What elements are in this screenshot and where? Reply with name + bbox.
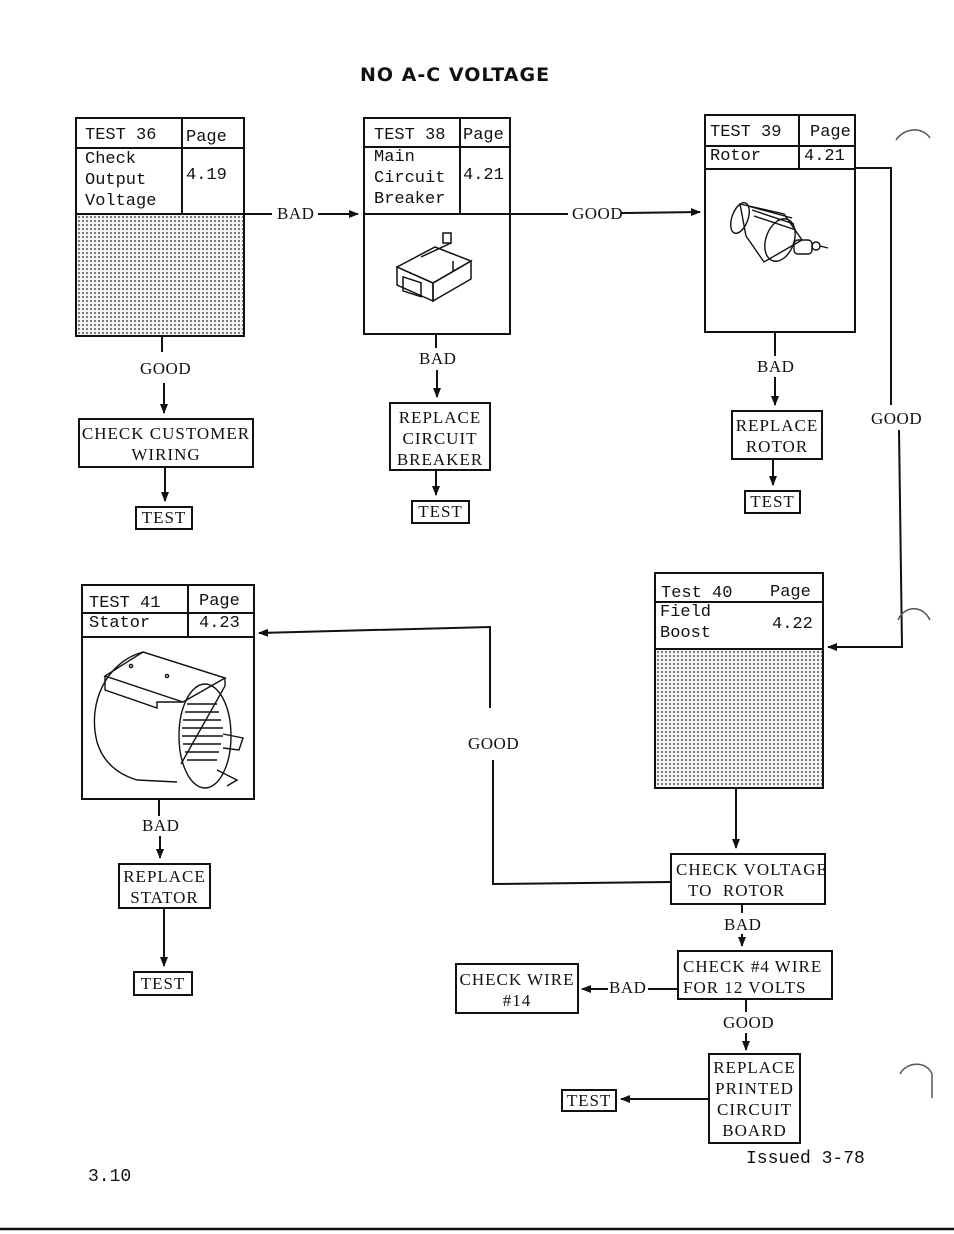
test-38-name-line: Circuit [374,169,446,188]
action-line: STATOR [130,888,199,907]
action-line: PRINTED [715,1079,794,1098]
test-36-shaded-area [77,215,243,335]
check-wire-14-box: CHECK WIRE #14 [455,963,579,1014]
action-line: REPLACE [123,867,206,886]
edge-t38-good-arrow [621,208,701,217]
test-39-card: TEST 39 Page Rotor 4.21 [704,114,856,333]
test-36-name-line: Voltage [85,192,157,211]
edge-label-good: GOOD [572,204,624,223]
action-line: #14 [502,991,532,1010]
test-39-page-ref: 4.21 [804,147,845,166]
test-41-page-label: Page [199,592,240,611]
test-40-shaded-area [656,650,822,787]
test-38-name-line: Breaker [374,190,446,209]
action-line: REPLACE [713,1058,796,1077]
circuit-breaker-illustration [395,232,473,303]
test-41-card: TEST 41 Page Stator 4.23 [81,584,255,800]
action-line: CHECK WIRE [459,970,575,989]
test-36-page-label: Page [186,128,227,147]
action-line: REPLACE [398,408,482,427]
test-38-page-label: Page [463,126,504,145]
replace-printed-circuit-board-box: REPLACE PRINTED CIRCUIT BOARD [708,1053,801,1144]
test-box: TEST [133,971,193,996]
test-39-number: TEST 39 [710,123,782,142]
test-38-name: Main Circuit Breaker [374,147,445,210]
test-36-name-line: Check [85,150,137,169]
edge-t39-good-arrow [827,429,904,651]
test-36-name-line: Output [85,171,147,190]
edge-label-good: GOOD [871,409,923,428]
issued-date: Issued 3-78 [746,1149,865,1169]
edge-label-good: GOOD [140,359,192,378]
test-40-page-ref: 4.22 [772,615,813,634]
action-line: CHECK #4 WIRE [683,957,823,976]
action-line: BOARD [722,1121,787,1140]
test-36-card: TEST 36 Page Check Output Voltage 4.19 [75,117,245,337]
rotor-illustration [730,202,829,263]
check-4-wire-box: CHECK #4 WIRE FOR 12 VOLTS [677,950,833,1000]
action-line: TO ROTOR [688,881,786,900]
test-40-page-label: Page [770,583,811,602]
edge-t39-good-line [856,167,892,405]
edge-check-voltage-good-line [492,760,671,886]
edge-label-bad: BAD [142,816,180,835]
test-41-page-ref: 4.23 [199,614,240,633]
action-line: BREAKER [396,450,484,469]
test-40-name-line: Field [660,603,712,622]
edge-label-bad: BAD [757,357,795,376]
test-40-card: Test 40 Page Field Boost 4.22 [654,572,824,789]
test-40-name-line: Boost [660,624,712,643]
edge-label-good: GOOD [468,734,520,753]
replace-rotor-box: REPLACE ROTOR [731,410,823,460]
test-41-number: TEST 41 [89,594,161,613]
test-36-number: TEST 36 [85,126,157,145]
test-39-page-label: Page [810,123,851,142]
action-line: CHECK CUSTOMER [81,424,251,443]
edge-label-bad: BAD [724,915,762,934]
action-line: REPLACE [735,416,819,435]
test-38-card: TEST 38 Page Main Circuit Breaker 4.21 [363,117,511,335]
test-38-number: TEST 38 [374,126,446,145]
stator-illustration [93,651,244,789]
page-number: 3.10 [88,1167,132,1187]
test-40-name: Field Boost [660,602,711,644]
edge-label-bad: BAD [277,204,315,223]
edge-label-bad: BAD [419,349,457,368]
action-line: WIRING [131,445,201,464]
edge-check-voltage-good-arrow [258,625,491,708]
action-line: CIRCUIT [717,1100,792,1119]
test-36-page-ref: 4.19 [186,166,227,185]
replace-stator-box: REPLACE STATOR [118,863,211,909]
action-line: CHECK VOLTAGE [676,860,828,879]
check-voltage-to-rotor-box: CHECK VOLTAGE TO ROTOR [670,853,828,905]
action-line: CIRCUIT [402,429,478,448]
edge-label-bad: BAD [609,978,647,997]
edge-label-good: GOOD [723,1013,775,1032]
test-box: TEST [561,1089,617,1112]
check-customer-wiring-box: CHECK CUSTOMER WIRING [78,418,254,468]
action-line: ROTOR [745,437,809,456]
test-box: TEST [411,500,470,524]
test-38-name-line: Main [374,148,415,167]
test-box: TEST [135,506,193,530]
test-39-name: Rotor [710,147,762,166]
test-36-name: Check Output Voltage [85,149,156,212]
action-line: FOR 12 VOLTS [683,978,807,997]
test-41-name: Stator [89,614,151,633]
page-title: NO A-C VOLTAGE [360,64,551,86]
test-box: TEST [744,490,801,514]
test-38-page-ref: 4.21 [463,166,504,185]
replace-circuit-breaker-box: REPLACE CIRCUIT BREAKER [389,402,491,471]
